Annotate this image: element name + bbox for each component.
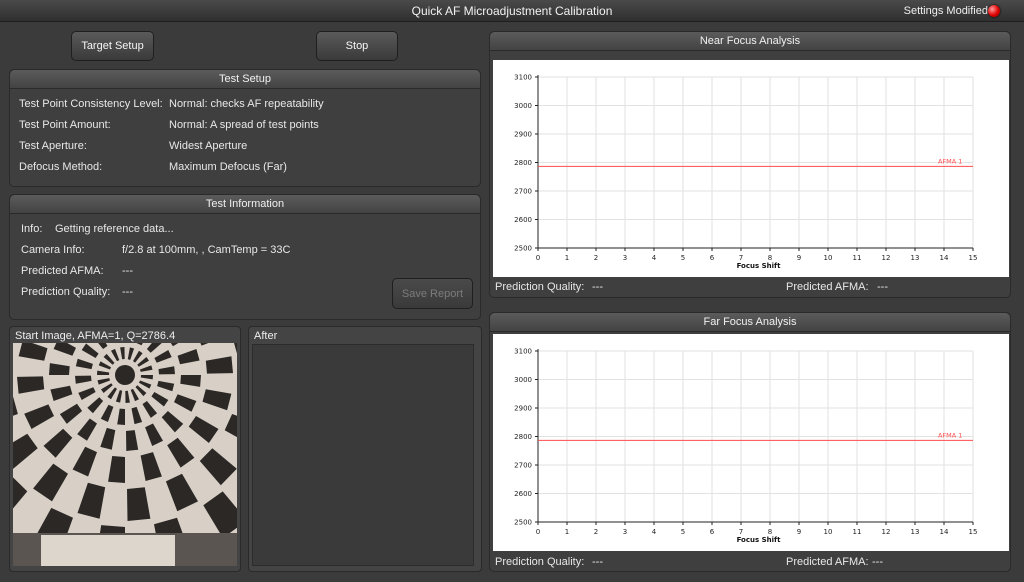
far-focus-chart-area: 2500 2600 2700 2800 2900 3000 3100 0 1 2 3 4 5 6 7 8 9 10… [493,334,1009,551]
near-chart-x-tick-label: 8 [768,254,772,262]
far-chart-y-tick-label: 2800 [514,433,532,441]
stop-button[interactable]: Stop [316,31,398,61]
near-chart-x-tick-label: 14 [940,254,949,262]
far-chart-x-tick-label: 2 [594,528,598,536]
near-chart-x-tick-label: 3 [623,254,627,262]
far-focus-title: Far Focus Analysis [490,313,1010,332]
far-chart-x-tick-label: 9 [797,528,801,536]
far-afma-value: --- [872,556,883,568]
prediction-quality-value: --- [122,286,133,298]
prediction-quality-label: Prediction Quality: [21,286,111,298]
near-chart-y-tick-label: 2700 [514,188,532,196]
near-chart-x-tick-label: 11 [853,254,862,262]
setup-label-amount: Test Point Amount: [19,119,111,131]
far-chart-x-axis-label: Focus Shift [737,536,782,544]
near-chart-y-tick-label: 2600 [514,216,532,224]
far-chart-afma-line-label: AFMA 1 [938,431,962,439]
near-focus-chart: 25002600270028002900300031000 1 2 3 4 5 6 7 8 9 10… [514,74,978,271]
setup-value-aperture: Widest Aperture [169,140,248,152]
near-chart-y-tick-label: 3000 [514,102,532,110]
near-chart-x-tick-label: 6 [710,254,715,262]
near-chart-x-tick-label: 9 [797,254,801,262]
settings-modified-label: Settings Modified [903,5,988,17]
setup-label-aperture: Test Aperture: [19,140,87,152]
after-image-label: After [254,330,278,342]
info-value: Getting reference data... [55,223,174,235]
predicted-afma-label: Predicted AFMA: [21,265,104,277]
far-chart-x-tick-label: 0 [536,528,540,536]
near-focus-title: Near Focus Analysis [490,32,1010,51]
window-title: Quick AF Microadjustment Calibration [411,4,613,18]
setup-value-consistency: Normal: checks AF repeatability [169,98,324,110]
far-chart-y-tick-label: 2500 [514,519,532,527]
near-focus-chart-area: 2500 2600 2700 2800 2900 3000 3100 0 1 2 3 4 5 6 7 8 9 10… [493,60,1009,277]
near-chart-x-tick-label: 12 [882,254,891,262]
predicted-afma-value: --- [122,265,133,277]
far-chart-x-tick-label: 1 [565,528,569,536]
near-chart-y-tick-label: 2800 [514,159,532,167]
far-chart-x-tick-label: 7 [739,528,743,536]
far-chart-y-tick-label: 2700 [514,462,532,470]
far-quality-value: --- [592,556,603,568]
far-focus-chart: 25002600270028002900300031000 1 2 3 4 5 6 7 8 9 10… [514,348,978,545]
far-chart-x-tick-label: 4 [652,528,657,536]
near-quality-value: --- [592,281,603,293]
near-chart-x-tick-label: 1 [565,254,569,262]
save-report-button[interactable]: Save Report [392,278,473,309]
near-chart-y-tick-label: 2900 [514,131,532,139]
near-chart-x-tick-label: 4 [652,254,657,262]
camera-info-value: f/2.8 at 100mm, , CamTemp = 33C [122,244,291,256]
far-chart-x-tick-label: 10 [824,528,833,536]
start-image-label: Start Image, AFMA=1, Q=2786.4 [15,330,176,342]
far-chart-y-tick-label: 2600 [514,490,532,498]
near-chart-x-tick-label: 7 [739,254,743,262]
status-led-icon [988,5,1000,17]
setup-value-defocus: Maximum Defocus (Far) [169,161,287,173]
after-image-area [252,344,474,566]
far-chart-x-tick-label: 14 [940,528,949,536]
far-chart-x-tick-label: 8 [768,528,772,536]
far-chart-y-tick-label: 3100 [514,348,532,356]
far-chart-x-tick-label: 12 [882,528,891,536]
target-center [115,365,135,385]
far-chart-x-tick-label: 15 [969,528,978,536]
near-chart-x-tick-label: 2 [594,254,598,262]
far-chart-x-tick-label: 5 [681,528,685,536]
test-setup-title: Test Setup [10,70,480,89]
far-chart-x-tick-label: 13 [911,528,920,536]
info-label: Info: [21,223,43,235]
test-information-title: Test Information [10,195,480,214]
camera-info-label: Camera Info: [21,244,85,256]
near-quality-label: Prediction Quality: [495,281,585,293]
far-chart-x-tick-label: 6 [710,528,715,536]
near-chart-x-tick-label: 0 [536,254,540,262]
near-afma-label: Predicted AFMA: [786,281,869,293]
target-setup-button[interactable]: Target Setup [71,31,154,61]
far-chart-x-tick-label: 11 [853,528,862,536]
near-chart-x-tick-label: 15 [969,254,978,262]
far-chart-y-tick-label: 2900 [514,405,532,413]
near-chart-x-tick-label: 5 [681,254,685,262]
near-chart-x-axis-label: Focus Shift [737,262,782,270]
near-chart-y-tick-label: 2500 [514,245,532,253]
setup-value-amount: Normal: A spread of test points [169,119,319,131]
far-chart-x-tick-label: 3 [623,528,627,536]
near-chart-x-tick-label: 13 [911,254,920,262]
setup-label-consistency: Test Point Consistency Level: [19,98,163,110]
near-chart-y-tick-label: 3100 [514,74,532,82]
far-chart-y-tick-label: 3000 [514,376,532,384]
near-chart-x-tick-label: 10 [824,254,833,262]
start-image-target [13,343,237,566]
near-chart-afma-line-label: AFMA 1 [938,157,962,165]
near-afma-value: --- [877,281,888,293]
far-afma-label: Predicted AFMA: [786,556,869,568]
far-quality-label: Prediction Quality: [495,556,585,568]
setup-label-defocus: Defocus Method: [19,161,103,173]
